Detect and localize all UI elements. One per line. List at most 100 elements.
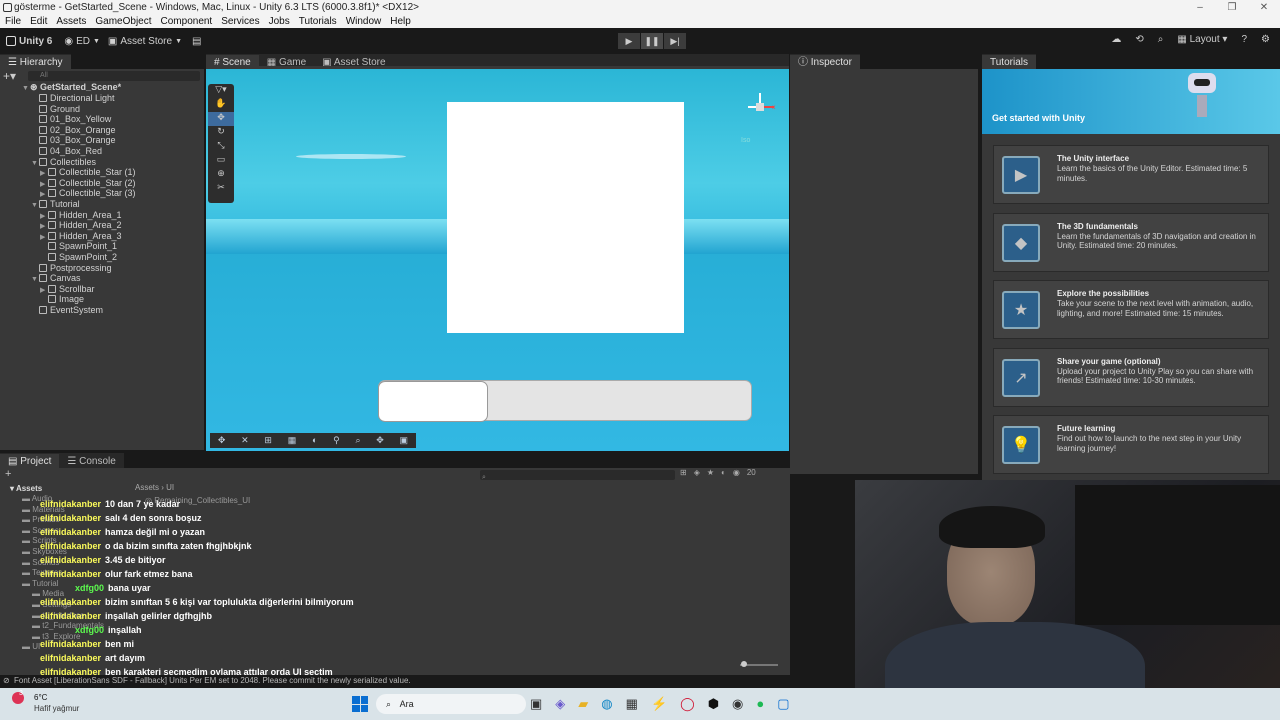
hierarchy-item[interactable]: ▶ Hidden_Area_3 [40, 231, 122, 242]
file-explorer-icon[interactable]: ▰ [578, 696, 588, 712]
menu-item-services[interactable]: Services [221, 15, 259, 28]
move-tool-icon[interactable]: ✥ [208, 112, 234, 126]
ui-scrollbar-handle[interactable] [378, 381, 488, 422]
tab-inspector[interactable]: ⓘ Inspector [790, 54, 860, 69]
overlay-tool-icon[interactable]: ⚲ [333, 433, 340, 448]
eye-icon[interactable]: ◉ [733, 468, 740, 477]
scene-view[interactable]: x Iso [206, 69, 789, 451]
menu-item-jobs[interactable]: Jobs [269, 15, 290, 28]
overlay-tool-icon[interactable]: ✕ [241, 433, 249, 448]
hand-tool-icon[interactable]: ✋ [208, 98, 234, 112]
obs-icon[interactable]: ◉ [732, 696, 743, 712]
tab-tutorials[interactable]: Tutorials [982, 54, 1036, 69]
menu-item-tutorials[interactable]: Tutorials [299, 15, 337, 28]
ui-image-panel[interactable] [447, 102, 684, 333]
hierarchy-item[interactable]: ▶ Hidden_Area_2 [40, 220, 122, 231]
overlay-tool-icon[interactable]: ◐ [312, 433, 317, 448]
cloud-icon[interactable]: ☁ [1111, 34, 1121, 45]
step-button[interactable]: ▶| [664, 33, 686, 49]
tutorial-card[interactable]: ◆ The 3D fundamentals Learn the fundamenta… [993, 212, 1269, 272]
projection-label[interactable]: Iso [741, 137, 750, 144]
hierarchy-item[interactable]: ▼ Canvas [31, 273, 81, 284]
task-view-icon[interactable]: ▣ [530, 696, 542, 712]
menu-item-gameobject[interactable]: GameObject [95, 15, 151, 28]
minimize-icon[interactable]: – [1184, 0, 1216, 15]
overlay-tool-icon[interactable]: ⌕ [355, 433, 360, 448]
hierarchy-item[interactable]: 03_Box_Orange [31, 135, 116, 146]
opera-icon[interactable]: ◯ [680, 696, 695, 712]
hidden-icon[interactable]: ◐ [721, 468, 726, 477]
hierarchy-item[interactable]: ▶ Collectible_Star (3) [40, 188, 136, 199]
expand-arrow-icon[interactable]: ▼ [31, 274, 39, 285]
maximize-icon[interactable]: ❐ [1216, 0, 1248, 15]
menu-item-component[interactable]: Component [161, 15, 213, 28]
hierarchy-scene-root[interactable]: ▼⊛ GetStarted_Scene* [22, 82, 121, 93]
rotate-tool-icon[interactable]: ↻ [208, 126, 234, 140]
add-icon[interactable]: +▾ [3, 69, 16, 83]
overlay-tool-icon[interactable]: ✥ [376, 433, 384, 448]
hierarchy-item[interactable]: SpawnPoint_2 [40, 252, 117, 263]
view-tool-icon[interactable]: ▽▾ [208, 84, 234, 98]
menu-item-window[interactable]: Window [346, 15, 382, 28]
weather-condition[interactable]: Hafif yağmur [34, 704, 79, 713]
tutorial-card[interactable]: ★ Explore the possibilities Take your scen… [993, 280, 1269, 339]
hierarchy-item[interactable]: 01_Box_Yellow [31, 114, 111, 125]
tab-hierarchy[interactable]: ☰ Hierarchy [0, 54, 71, 69]
windows-start-icon[interactable] [352, 696, 368, 712]
hierarchy-item[interactable]: Image [40, 294, 84, 305]
unity-icon[interactable]: ⬢ [708, 696, 719, 712]
hierarchy-item[interactable]: ▼ Tutorial [31, 199, 80, 210]
hierarchy-item[interactable]: ▶ Scrollbar [40, 284, 95, 295]
tutorial-card[interactable]: 💡 Future learning Find out how to launch t… [993, 415, 1269, 474]
store-icon[interactable]: ▦ [626, 696, 638, 712]
hierarchy-item[interactable]: EventSystem [31, 305, 103, 316]
favorite-icon[interactable]: ★ [707, 468, 714, 477]
settings-icon[interactable]: ⚙ [1261, 34, 1270, 45]
menu-item-help[interactable]: Help [390, 15, 411, 28]
copilot-icon[interactable]: ◈ [555, 696, 565, 712]
overlay-tool-icon[interactable]: ▣ [400, 433, 409, 448]
hierarchy-item[interactable]: ▶ Collectible_Star (2) [40, 178, 136, 189]
overlay-tool-icon[interactable]: ⊞ [264, 433, 272, 448]
chevron-down-icon[interactable]: ▼ [22, 83, 30, 94]
weather-temp[interactable]: 6°C [34, 693, 47, 702]
menu-item-edit[interactable]: Edit [30, 15, 47, 28]
app-icon[interactable]: ⚡ [651, 696, 667, 712]
add-asset-icon[interactable]: + [5, 468, 11, 480]
edge-icon[interactable]: ◍ [601, 696, 612, 712]
label-icon[interactable]: ◈ [694, 468, 700, 477]
breadcrumb-ui[interactable]: UI [166, 483, 174, 492]
unity-account-button[interactable]: Unity 6 [6, 36, 52, 47]
hierarchy-item[interactable]: Directional Light [31, 93, 115, 104]
asset-store-dropdown[interactable]: ▣ Asset Store ▼ [108, 36, 182, 47]
expand-arrow-icon[interactable]: ▼ [31, 158, 39, 169]
package-button[interactable]: ▤ [192, 36, 201, 47]
tab-project[interactable]: ▤ Project [0, 453, 60, 468]
project-folder[interactable]: ▬ UI [22, 642, 40, 651]
tutorial-card[interactable]: ↗ Share your game (optional) Upload your p… [993, 347, 1269, 407]
hierarchy-item[interactable]: ▶ Hidden_Area_1 [40, 210, 122, 221]
hierarchy-item[interactable]: Ground [31, 104, 80, 115]
layout-dropdown[interactable]: ▦ Layout ▾ [1177, 34, 1227, 45]
hierarchy-item[interactable]: Postprocessing [31, 263, 112, 274]
hierarchy-item[interactable]: 02_Box_Orange [31, 125, 116, 136]
zoom-slider-thumb[interactable] [741, 661, 747, 667]
taskbar-search[interactable]: ⌕ Ara [376, 694, 526, 714]
custom-tool-icon[interactable]: ✂ [208, 182, 234, 196]
menu-item-file[interactable]: File [5, 15, 21, 28]
pause-button[interactable]: ❚❚ [641, 33, 663, 49]
scale-tool-icon[interactable]: ⤡ [208, 140, 234, 154]
overlay-tool-icon[interactable]: ✥ [218, 433, 226, 448]
tutorial-card[interactable]: ▶ The Unity interface Learn the basics of … [993, 145, 1269, 204]
filter-icon[interactable]: ⊞ [680, 468, 687, 477]
close-icon[interactable]: ✕ [1248, 0, 1280, 15]
spotify-icon[interactable]: ● [756, 696, 764, 712]
expand-arrow-icon[interactable]: ▼ [31, 200, 39, 211]
hierarchy-search-input[interactable]: All [28, 71, 200, 81]
overlay-tool-icon[interactable]: ▦ [288, 433, 297, 448]
rect-tool-icon[interactable]: ▭ [208, 154, 234, 168]
app-icon[interactable]: ▢ [777, 696, 789, 712]
history-icon[interactable]: ⟲ [1135, 34, 1143, 45]
account-dropdown[interactable]: ◉ ED ▼ [64, 36, 100, 47]
breadcrumb-assets[interactable]: Assets [135, 483, 159, 492]
